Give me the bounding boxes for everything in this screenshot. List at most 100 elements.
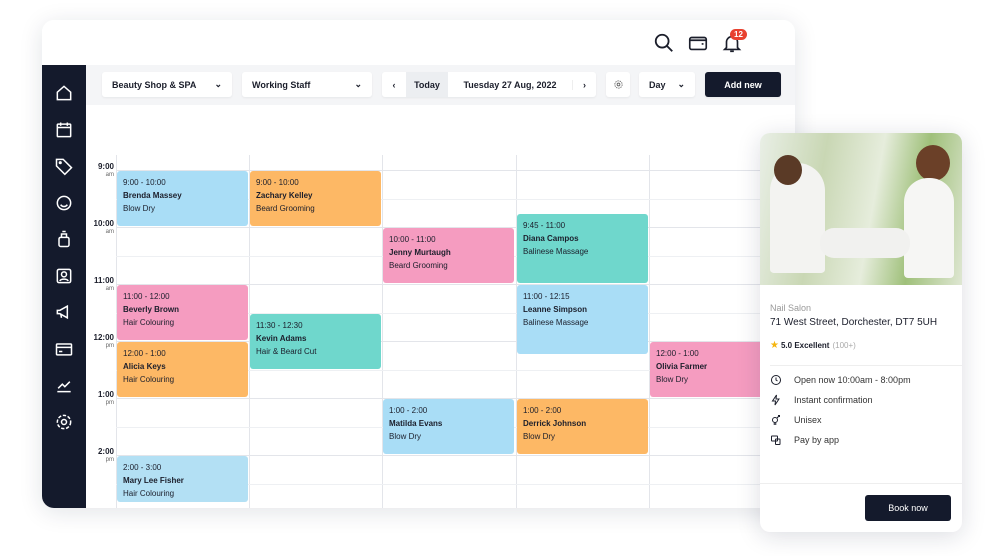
home-icon[interactable]: [54, 83, 74, 103]
appointment-time: 1:00 - 2:00: [523, 406, 562, 415]
chevron-down-icon: ⌄: [214, 79, 222, 89]
service-name: Hair Colouring: [123, 318, 175, 327]
megaphone-icon[interactable]: [54, 302, 74, 322]
calendar-icon[interactable]: [54, 120, 74, 140]
clock-icon: [771, 375, 781, 385]
staff-select[interactable]: Working Staff ⌄: [242, 72, 372, 97]
feature-item: Open now 10:00am - 8:00pm: [770, 374, 952, 386]
appointment-time: 11:00 - 12:00: [123, 292, 170, 301]
appointment-time: 12:00 - 1:00: [656, 349, 699, 358]
client-name: Mary Lee Fisher: [123, 476, 184, 485]
client-name: Jenny Murtaugh: [389, 248, 451, 257]
client-name: Beverly Brown: [123, 305, 180, 314]
time-label: 11:00 am: [93, 276, 114, 292]
client-name: Zachary Kelley: [256, 191, 313, 200]
gear-icon: [613, 80, 623, 89]
calendar-app: 12 Beauty Shop & SPA ⌄ Working Staff ⌄ ‹ T…: [42, 20, 795, 508]
chevron-down-icon: ⌄: [354, 79, 362, 89]
service-name: Hair & Beard Cut: [256, 346, 317, 356]
appointment[interactable]: 12:00 - 1:00 Alicia Keys Hair Colouring: [117, 342, 248, 397]
search-icon[interactable]: [653, 32, 675, 54]
feature-item: Unisex: [770, 414, 952, 426]
appointment-time: 9:45 - 11:00: [523, 220, 566, 230]
service-name: Beard Grooming: [256, 204, 315, 213]
client-name: Leanne Simpson: [523, 305, 588, 314]
shop-select[interactable]: Beauty Shop & SPA ⌄: [102, 72, 232, 97]
appointment-time: 11:00 - 12:15: [523, 292, 570, 301]
appointment[interactable]: 1:00 - 2:00 Matilda Evans Blow Dry: [383, 399, 514, 454]
chart-icon[interactable]: [54, 375, 74, 395]
settings-button[interactable]: [606, 72, 630, 97]
service-name: Blow Dry: [123, 204, 156, 213]
sidebar: [42, 65, 86, 508]
appointment[interactable]: 9:00 - 10:00 Zachary Kelley Beard Grooming: [250, 171, 381, 226]
rating: 5.0 Excellent: [780, 341, 830, 350]
salon-card: Nail Salon 71 West Street, Dorchester, D…: [760, 133, 962, 532]
salon-category: Nail Salon: [770, 303, 812, 313]
service-name: Balinese Massage: [523, 318, 589, 327]
star-icon: ★: [770, 340, 779, 351]
appointment-time: 9:00 - 10:00: [123, 178, 166, 187]
appointment-time: 9:00 - 10:00: [256, 178, 299, 187]
calendar-grid: 9:00 am 10:00 am 11:00 am 12:00 pm 1:00 pm 2:00 pm 9…: [86, 105, 795, 508]
appointment[interactable]: 11:30 - 12:30 Kevin Adams Hair & Beard Cut: [250, 313, 381, 369]
service-name: Blow Dry: [523, 432, 556, 441]
smiley-icon[interactable]: [54, 193, 74, 213]
time-label: 1:00 pm: [97, 390, 114, 406]
top-bar: 12: [42, 20, 795, 65]
appointment-time: 10:00 - 11:00: [389, 235, 436, 244]
current-date: Tuesday 27 Aug, 2022: [463, 79, 557, 90]
appointment-time: 11:30 - 12:30: [256, 320, 303, 330]
appointment-time: 2:00 - 3:00: [123, 463, 162, 472]
contact-card-icon[interactable]: [54, 266, 74, 286]
service-name: Hair Colouring: [123, 375, 175, 384]
view-select[interactable]: Day ⌄: [639, 72, 695, 97]
service-name: Blow Dry: [389, 432, 422, 441]
service-name: Balinese Massage: [523, 246, 589, 256]
date-navigator: ‹ Today Tuesday 27 Aug, 2022 ›: [382, 72, 596, 97]
view-value: Day: [649, 79, 666, 90]
lightning-icon: [771, 394, 780, 406]
credit-card-icon[interactable]: [54, 339, 74, 359]
appointment-time: 12:00 - 1:00: [123, 349, 166, 358]
feature-item: Instant confirmation: [770, 394, 952, 406]
client-name: Matilda Evans: [389, 419, 443, 428]
prev-day-button[interactable]: ‹: [382, 80, 406, 90]
gear-icon[interactable]: [54, 412, 74, 432]
shop-value: Beauty Shop & SPA: [112, 79, 197, 90]
chevron-down-icon: ⌄: [677, 79, 685, 89]
appointment[interactable]: 1:00 - 2:00 Derrick Johnson Blow Dry: [517, 399, 648, 454]
appointment-time: 1:00 - 2:00: [389, 406, 428, 415]
time-label: 10:00 am: [93, 219, 114, 235]
client-name: Brenda Massey: [123, 191, 182, 200]
salon-address: 71 West Street, Dorchester, DT7 5UH: [770, 317, 938, 328]
feature-item: Pay by app: [770, 434, 952, 446]
notification-badge: 12: [730, 29, 747, 40]
client-name: Kevin Adams: [256, 333, 307, 343]
product-icon[interactable]: [54, 229, 74, 249]
tag-icon[interactable]: [54, 156, 74, 176]
time-label: 12:00 pm: [93, 333, 114, 349]
add-new-button[interactable]: Add new: [705, 72, 781, 97]
client-name: Olivia Farmer: [656, 362, 708, 371]
appointment[interactable]: 11:00 - 12:00 Beverly Brown Hair Colouring: [117, 285, 248, 340]
client-name: Derrick Johnson: [523, 419, 587, 428]
appointment[interactable]: 10:00 - 11:00 Jenny Murtaugh Beard Groomin…: [383, 228, 514, 283]
appointment[interactable]: 11:00 - 12:15 Leanne Simpson Balinese Mass…: [517, 285, 648, 355]
unisex-icon: [772, 415, 780, 425]
time-label: 2:00 pm: [97, 447, 114, 463]
appointment[interactable]: 9:45 - 11:00 Diana Campos Balinese Massage: [517, 213, 648, 283]
staff-value: Working Staff: [252, 79, 311, 90]
client-name: Diana Campos: [523, 233, 579, 243]
service-name: Blow Dry: [656, 375, 689, 384]
next-day-button[interactable]: ›: [572, 79, 596, 90]
service-name: Beard Grooming: [389, 261, 448, 270]
client-name: Alicia Keys: [123, 362, 166, 371]
today-button[interactable]: Today: [406, 72, 448, 97]
pay-app-icon: [771, 435, 781, 445]
service-name: Hair Colouring: [123, 489, 175, 498]
appointment[interactable]: 9:00 - 10:00 Brenda Massey Blow Dry: [117, 171, 248, 226]
appointment[interactable]: 2:00 - 3:00 Mary Lee Fisher Hair Colouring: [117, 456, 248, 503]
wallet-icon[interactable]: [687, 32, 709, 54]
book-now-button[interactable]: Book now: [865, 495, 951, 521]
